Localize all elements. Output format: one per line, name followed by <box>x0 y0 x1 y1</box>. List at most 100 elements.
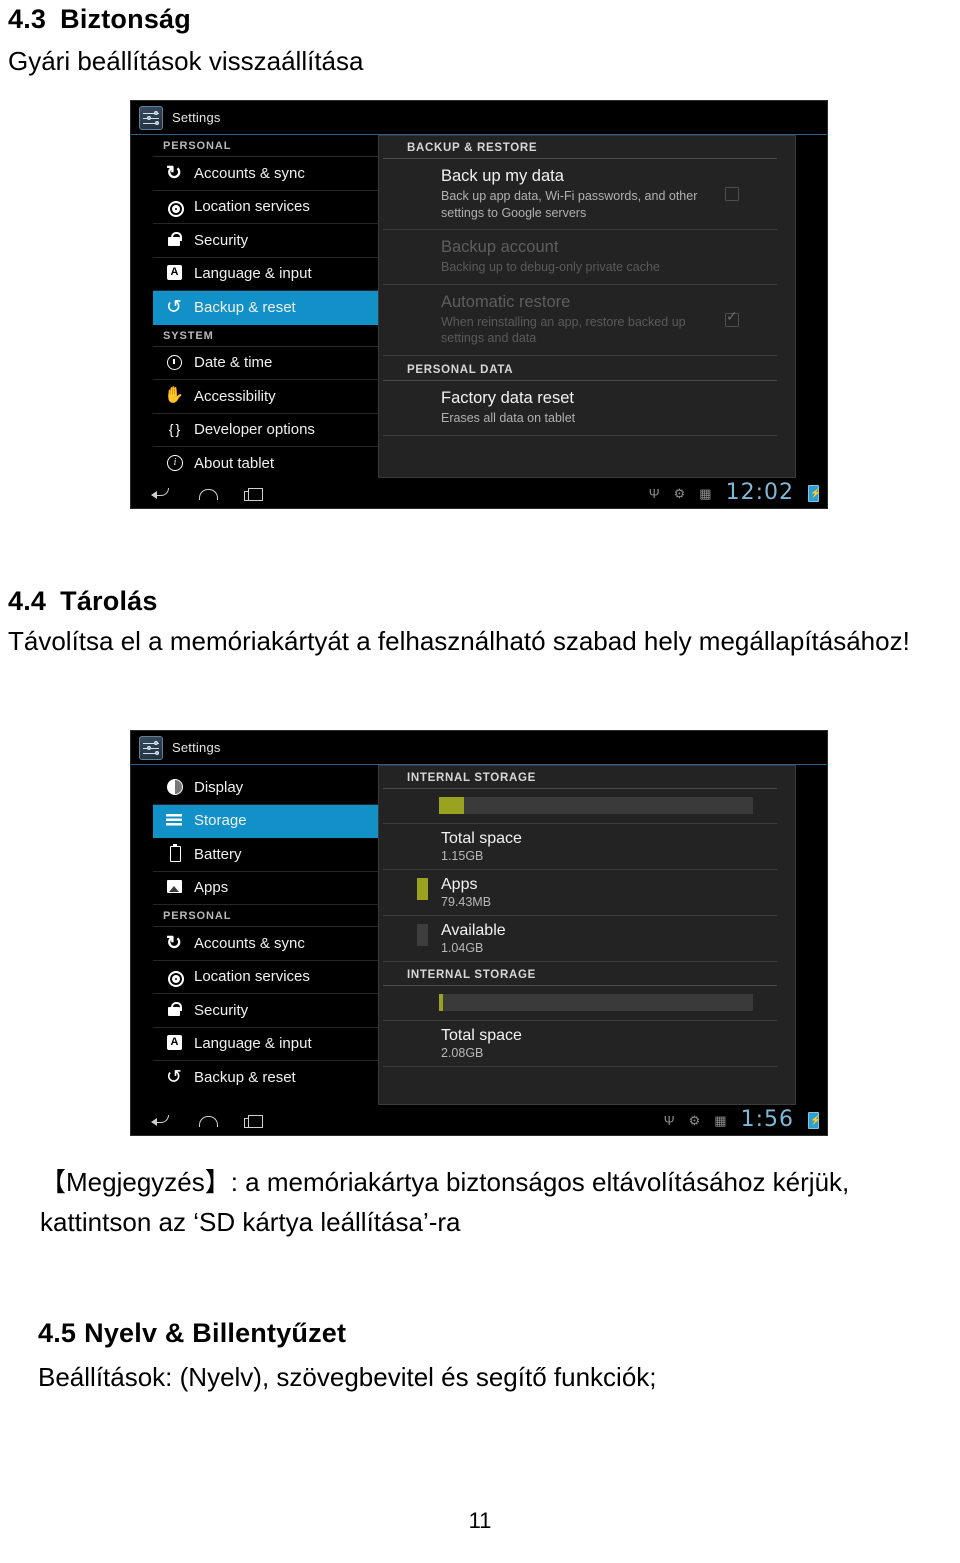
storage-bar-row-2 <box>383 986 777 1021</box>
sidebar-item-about-tablet[interactable]: About tablet <box>153 447 378 478</box>
backup-content-pane: BACKUP & RESTORE Back up my data Back up… <box>378 135 796 478</box>
sidebar-item-security[interactable]: Security <box>153 224 378 258</box>
nav-buttons <box>131 1111 265 1129</box>
recents-icon[interactable] <box>243 484 265 502</box>
paragraph-4-5: Beállítások: (Nyelv), szövegbevitel és s… <box>38 1362 657 1392</box>
sidebar-item-label: Storage <box>194 812 247 830</box>
storage-titlebar: Settings <box>131 731 827 765</box>
note-paragraph: 【Megjegyzés】: a memóriakártya biztonságo… <box>40 1167 850 1237</box>
back-up-my-data-checkbox[interactable] <box>725 187 739 202</box>
sidebar-item-label: Language & input <box>194 265 312 283</box>
row-backup-account: Backup account Backing up to debug-only … <box>383 230 777 285</box>
storage-usage-bar-2 <box>439 994 753 1011</box>
heading-4-3-number: 4.3 <box>8 4 47 34</box>
sidebar-item-language-input[interactable]: Language & input <box>153 258 378 291</box>
sidebar-item-language-input[interactable]: Language & input <box>153 1028 378 1061</box>
sidebar-item-location-services[interactable]: Location services <box>153 191 378 224</box>
row-back-up-my-data[interactable]: Back up my data Back up app data, Wi-Fi … <box>383 159 777 231</box>
row-subtitle: Erases all data on tablet <box>441 410 576 425</box>
battery-charging-icon <box>808 484 821 502</box>
settings-sliders-icon <box>139 735 163 760</box>
row-title: Automatic restore <box>441 292 571 311</box>
heading-4-4-title: Tárolás <box>60 586 158 616</box>
usb-icon: Ψ <box>663 1112 675 1128</box>
home-icon[interactable] <box>197 1111 219 1129</box>
heading-4-3-title: Biztonság <box>60 4 191 34</box>
status-icons: Ψ ⚙ ▦ 1:56 <box>664 1109 827 1131</box>
sidebar-item-storage[interactable]: Storage <box>153 804 378 838</box>
row-factory-data-reset[interactable]: Factory data reset Erases all data on ta… <box>383 381 777 436</box>
sidebar-item-label: Location services <box>194 968 310 986</box>
row-subtitle: When reinstalling an app, restore backed… <box>441 314 686 346</box>
sidebar-item-label: Accounts & sync <box>194 934 305 952</box>
page-number: 11 <box>468 1508 492 1533</box>
backup-titlebar: Settings <box>131 101 827 135</box>
row-automatic-restore: Automatic restore When reinstalling an a… <box>383 285 777 357</box>
automatic-restore-checkbox <box>725 309 739 328</box>
stat-label: Total space <box>441 1027 522 1044</box>
sidebar-item-label: Battery <box>194 845 242 863</box>
screenshot-backup-reset: Settings PERSONAL Accounts & sync Locati… <box>130 100 828 509</box>
home-icon[interactable] <box>197 484 219 502</box>
sidebar-item-accounts-sync[interactable]: Accounts & sync <box>153 157 378 191</box>
sidebar-item-date-time[interactable]: Date & time <box>153 347 378 380</box>
stat-label: Available <box>441 922 506 939</box>
status-clock: 1:56 <box>740 1107 794 1132</box>
sidebar-item-accessibility[interactable]: Accessibility <box>153 380 378 414</box>
section-header-internal-storage-1: INTERNAL STORAGE <box>383 766 777 789</box>
backup-reset-icon <box>163 1068 185 1087</box>
sidebar-item-security[interactable]: Security <box>153 994 378 1028</box>
status-clock: 12:02 <box>725 480 794 505</box>
storage-item-available: Available 1.04GB <box>383 916 777 962</box>
storage-usage-bar-fill <box>439 797 465 814</box>
heading-4-5-title: Nyelv & Billentyűzet <box>84 1318 347 1348</box>
storage-app-title: Settings <box>172 740 221 755</box>
storage-panes: Display Storage Battery Apps PERSONAL ↻ … <box>131 765 827 1105</box>
storage-usage-bar-1 <box>439 797 753 814</box>
legend-swatch-available <box>417 924 428 946</box>
heading-4-5-number: 4.5 <box>38 1318 77 1348</box>
sidebar-item-label: Developer options <box>194 421 315 439</box>
sidebar-item-display[interactable]: Display <box>153 771 378 805</box>
sidebar-item-accounts-sync[interactable]: Accounts & sync <box>153 927 378 961</box>
paragraph-4-4: Távolítsa el a memóriakártyát a felhaszn… <box>8 626 910 656</box>
sidebar-item-label: Backup & reset <box>194 298 296 316</box>
storage-bar-row-1 <box>383 789 777 824</box>
settings-sliders-icon <box>139 105 163 130</box>
back-icon[interactable] <box>151 1111 173 1129</box>
heading-4-5: 4.5 Nyelv & Billentyűzet <box>38 1318 346 1349</box>
heading-4-4-number: 4.4 <box>8 586 47 616</box>
recents-icon[interactable] <box>243 1111 265 1129</box>
android-debug-icon: ⚙ <box>673 485 686 501</box>
sidebar-item-backup-reset[interactable]: Backup & reset <box>153 1061 378 1095</box>
backup-app-title: Settings <box>172 110 221 125</box>
heading-4-4: 4.4 Tárolás <box>8 586 158 617</box>
row-title: Factory data reset <box>441 389 574 408</box>
storage-system-bar: Ψ ⚙ ▦ 1:56 <box>131 1105 827 1135</box>
sd-card-icon: ▦ <box>714 1112 727 1128</box>
sidebar-group-system: SYSTEM <box>153 325 378 347</box>
stat-value: 79.43MB <box>441 895 492 909</box>
back-icon[interactable] <box>151 484 173 502</box>
sidebar-item-label: Backup & reset <box>194 1069 296 1087</box>
backup-reset-icon <box>163 298 185 317</box>
stat-value: 1.15GB <box>441 849 484 863</box>
battery-charging-icon <box>808 1111 821 1129</box>
sidebar-item-location-services[interactable]: Location services <box>153 961 378 994</box>
usb-icon: Ψ <box>648 485 660 501</box>
backup-system-bar: Ψ ⚙ ▦ 12:02 <box>131 478 827 508</box>
row-subtitle: Backing up to debug-only private cache <box>441 260 660 274</box>
row-subtitle: Back up app data, Wi-Fi passwords, and o… <box>441 188 698 220</box>
android-debug-icon: ⚙ <box>688 1112 701 1128</box>
stat-label: Apps <box>441 876 478 893</box>
sd-card-icon: ▦ <box>699 485 712 501</box>
sidebar-item-label: Location services <box>194 198 310 216</box>
sync-icon <box>163 164 185 183</box>
sidebar-item-apps[interactable]: Apps <box>153 872 378 905</box>
sidebar-item-label: Date & time <box>194 354 273 372</box>
storage-item-apps[interactable]: Apps 79.43MB <box>383 870 777 916</box>
sidebar-item-backup-reset[interactable]: Backup & reset <box>153 291 378 325</box>
storage-total-space-1: Total space 1.15GB <box>383 824 777 870</box>
sidebar-item-developer-options[interactable]: Developer options <box>153 414 378 447</box>
sidebar-item-battery[interactable]: Battery <box>153 838 378 872</box>
